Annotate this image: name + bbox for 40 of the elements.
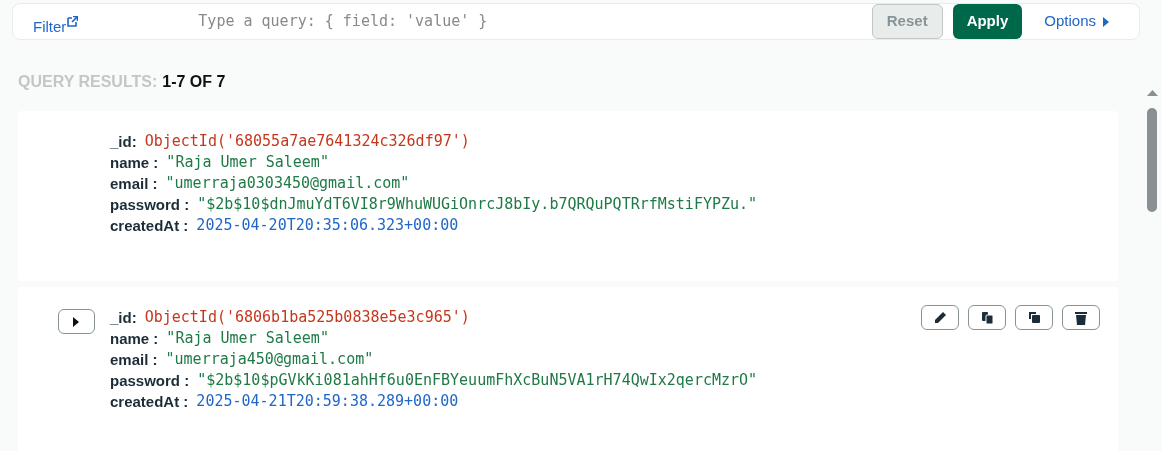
pencil-icon	[933, 311, 947, 324]
clone-button[interactable]	[1015, 305, 1053, 330]
field-key: email :	[110, 349, 158, 370]
query-field[interactable]: Type a query: { field: 'value' }	[198, 10, 872, 33]
field-key: _id:	[110, 131, 137, 152]
copy-button[interactable]	[968, 305, 1006, 330]
external-link-icon	[67, 16, 79, 27]
field-key: createdAt :	[110, 391, 189, 412]
trash-icon	[1075, 310, 1087, 325]
scroll-thumb[interactable]	[1147, 108, 1157, 212]
field-value: "umerraja450@gmail.com"	[165, 349, 374, 370]
options-button[interactable]: Options	[1044, 10, 1109, 33]
field-value: ObjectId('6806b1ba525b0838e5e3c965')	[144, 307, 470, 328]
field-value: "$2b$10$dnJmuYdT6VI8r9WhuWUGiOnrcJ8bIy.b7QRQuPQTRrfMstiFYPZu."	[197, 194, 758, 215]
field-value: ObjectId('68055a7ae7641324c326df97')	[144, 131, 470, 152]
results-label: QUERY RESULTS:	[18, 72, 158, 92]
results-count: 1-7 OF 7	[162, 72, 226, 92]
field-value: 2025-04-21T20:59:38.289+00:00	[196, 391, 459, 412]
field-key: name :	[110, 152, 159, 173]
clipboard-icon	[980, 310, 994, 325]
field-value: "Raja Umer Saleem"	[166, 152, 329, 173]
apply-button[interactable]: Apply	[952, 4, 1023, 39]
expand-icon	[72, 316, 80, 327]
field-key: _id:	[110, 307, 137, 328]
field-key: password :	[110, 370, 190, 391]
field-value: "$2b$10$pGVkKi081ahHf6u0EnFBYeuumFhXcBuN5VA1rH74QwIx2qercMzrO"	[197, 370, 758, 391]
field-value: 2025-04-20T20:35:06.323+00:00	[196, 215, 459, 236]
field-key: email :	[110, 173, 158, 194]
field-key: name :	[110, 328, 159, 349]
edit-button[interactable]	[921, 305, 959, 330]
scroll-up-icon	[1146, 90, 1158, 96]
field-value: "Raja Umer Saleem"	[166, 328, 329, 349]
delete-button[interactable]	[1062, 305, 1100, 330]
caret-right-icon	[1103, 16, 1109, 27]
field-value: "umerraja0303450@gmail.com"	[165, 173, 410, 194]
clone-icon	[1027, 311, 1041, 324]
field-key: createdAt :	[110, 215, 189, 236]
expand-button[interactable]	[57, 309, 95, 334]
field-key: password :	[110, 194, 190, 215]
filter-link[interactable]: Filter	[33, 16, 67, 39]
